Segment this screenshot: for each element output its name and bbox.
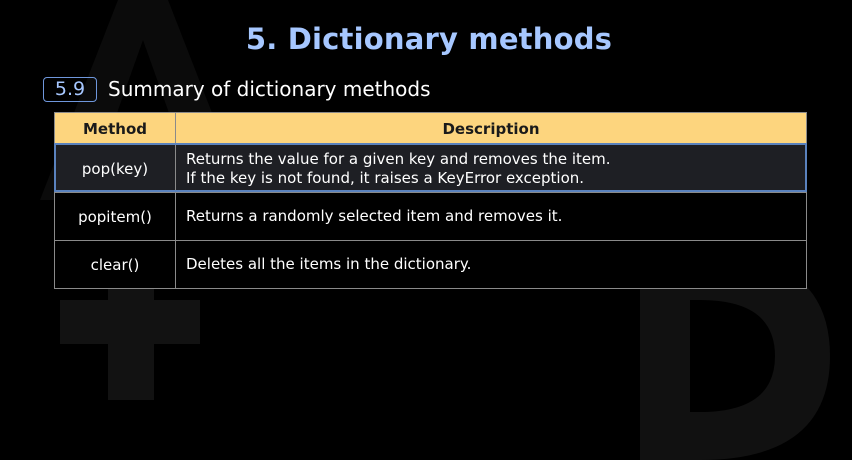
section-title: Summary of dictionary methods <box>108 77 431 101</box>
description-line: Returns a randomly selected item and rem… <box>186 207 563 225</box>
page-title: 5. Dictionary methods <box>245 22 613 56</box>
section-heading: 5.9 Summary of dictionary methods <box>43 76 431 102</box>
table-row: popitem() Returns a randomly selected it… <box>54 192 807 241</box>
table-header-row: Method Description <box>54 112 807 145</box>
methods-table: Method Description pop(key) Returns the … <box>54 112 807 289</box>
description-cell: Returns the value for a given key and re… <box>175 144 807 193</box>
method-cell: pop(key) <box>54 144 176 193</box>
table-row: clear() Deletes all the items in the dic… <box>54 240 807 289</box>
description-line: If the key is not found, it raises a Key… <box>186 168 585 187</box>
section-number-badge: 5.9 <box>43 76 97 102</box>
description-cell: Returns a randomly selected item and rem… <box>175 192 807 241</box>
description-line: Deletes all the items in the dictionary. <box>186 255 472 273</box>
method-cell: popitem() <box>54 192 176 241</box>
column-header-description: Description <box>175 112 807 145</box>
table-row: pop(key) Returns the value for a given k… <box>54 144 807 193</box>
description-line: Returns the value for a given key and re… <box>186 149 611 168</box>
description-cell: Deletes all the items in the dictionary. <box>175 240 807 289</box>
method-cell: clear() <box>54 240 176 289</box>
column-header-method: Method <box>54 112 176 145</box>
